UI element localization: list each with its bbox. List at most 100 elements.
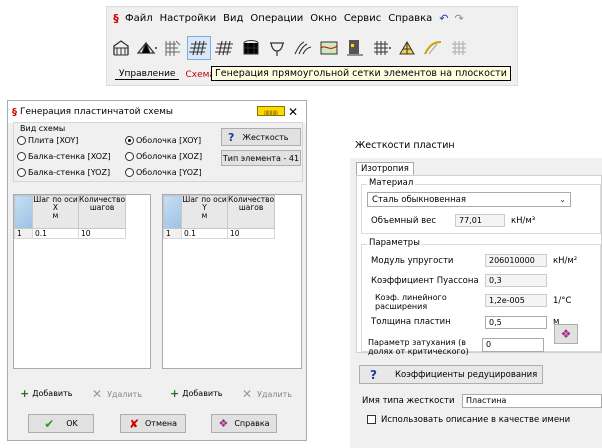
arch-icon[interactable] xyxy=(265,36,289,60)
radio-indicator xyxy=(17,168,26,177)
element-type-label: Тип элемента - 41 xyxy=(222,153,300,163)
mesh-icon[interactable] xyxy=(213,36,237,60)
radio-indicator xyxy=(17,136,26,145)
add-y-button[interactable]: + Добавить xyxy=(170,387,223,400)
menu-operations[interactable]: Операции xyxy=(250,13,303,24)
table-row: 1 0.1 10 xyxy=(163,228,276,239)
radio-label: Оболочка [XOY] xyxy=(136,136,202,145)
use-description-label: Использовать описание в качестве имени xyxy=(381,415,571,425)
ruler-icon[interactable]: |||||||||| xyxy=(257,106,285,116)
stiffness-type-input[interactable]: Пластина xyxy=(462,394,602,408)
tab-isotropy[interactable]: Изотропия xyxy=(356,162,414,176)
cancel-button[interactable]: ✘ Отмена xyxy=(120,414,186,433)
node-grid-icon[interactable] xyxy=(369,36,393,60)
surface-icon[interactable] xyxy=(317,36,341,60)
grid-lines-icon[interactable] xyxy=(447,36,471,60)
help-icon: ? xyxy=(228,130,235,144)
plate-stiffness-panel: Жесткости пластин Изотропия Материал Ста… xyxy=(350,130,602,448)
tab-row: Управление Схема xyxy=(115,69,221,80)
volume-weight-unit: кН/м³ xyxy=(511,216,536,226)
add-label: Добавить xyxy=(32,389,73,398)
radio-plate-xoy[interactable]: Плита [XOY] xyxy=(17,136,78,145)
damping-label: Параметр затухания (в долях от критическо… xyxy=(368,338,469,356)
redo-icon[interactable]: ↷ xyxy=(454,12,463,25)
roof-truss-icon[interactable] xyxy=(135,36,159,60)
radio-beam-wall-xoz[interactable]: Балка-стенка [XOZ] xyxy=(17,152,111,161)
help-book-icon: ❖ xyxy=(218,417,229,430)
stiffness-button[interactable]: ? Жесткость xyxy=(221,128,301,146)
radio-shell-yoz[interactable]: Оболочка [YOZ] xyxy=(125,168,202,177)
radio-label: Оболочка [XOZ] xyxy=(136,152,203,161)
tab-management[interactable]: Управление xyxy=(115,69,180,80)
radio-indicator xyxy=(125,152,134,161)
material-value: Сталь обыкновенная xyxy=(372,195,466,205)
help-book-button[interactable]: ❖ xyxy=(554,324,578,344)
frame-building-icon[interactable] xyxy=(109,36,133,60)
chevron-down-icon: ⌄ xyxy=(559,195,566,204)
row-number: 1 xyxy=(163,228,182,239)
table-corner xyxy=(14,195,33,229)
volume-weight-field: 77,01 xyxy=(455,214,505,227)
poisson-label: Коэффициент Пуассона xyxy=(371,276,479,286)
modulus-label: Модуль упругости xyxy=(371,256,454,266)
plus-icon: + xyxy=(20,387,30,400)
damping-input[interactable]: 0 xyxy=(482,338,544,352)
delete-y-button[interactable]: ✕ Удалить xyxy=(242,387,292,401)
table-corner xyxy=(163,195,182,229)
menu-file[interactable]: Файл xyxy=(125,13,153,24)
header-step-y: Шаг по оси Yм xyxy=(181,195,228,229)
count-cell[interactable]: 10 xyxy=(77,228,127,239)
panel-title: Жесткости пластин xyxy=(350,130,602,158)
radio-shell-xoz[interactable]: Оболочка [XOZ] xyxy=(125,152,202,161)
help-button[interactable]: ❖ Справка xyxy=(211,414,277,433)
radio-indicator xyxy=(125,136,134,145)
wall-icon[interactable] xyxy=(343,36,367,60)
params-group-label: Параметры xyxy=(367,238,422,248)
cancel-label: Отмена xyxy=(145,419,178,428)
radio-label: Оболочка [YOZ] xyxy=(136,168,202,177)
triangulation-icon[interactable] xyxy=(395,36,419,60)
add-x-button[interactable]: + Добавить xyxy=(20,387,73,400)
menu-settings[interactable]: Настройки xyxy=(160,13,216,24)
menu-window[interactable]: Окно xyxy=(310,13,337,24)
radio-shell-xoy[interactable]: Оболочка [XOY] xyxy=(125,136,201,145)
menu-service[interactable]: Сервис xyxy=(344,13,381,24)
material-group-label: Материал xyxy=(367,178,416,188)
volume-weight-label: Объемный вес xyxy=(371,216,436,226)
add-label: Добавить xyxy=(182,389,223,398)
expansion-unit: 1/°С xyxy=(553,296,572,306)
plus-icon: + xyxy=(170,387,180,400)
element-type-button[interactable]: Тип элемента - 41 xyxy=(221,150,301,166)
delete-label: Удалить xyxy=(107,389,143,399)
dialog-title: Генерация пластинчатой схемы xyxy=(20,107,173,117)
ok-button[interactable]: ✔ OK xyxy=(28,414,94,433)
header-step-count: Количество шагов xyxy=(77,195,127,229)
step-x-table: Шаг по оси Xм Количество шагов 1 0.1 10 xyxy=(13,194,151,369)
menu-view[interactable]: Вид xyxy=(223,13,243,24)
scheme-type-label: Вид схемы xyxy=(18,124,68,133)
reduction-coefficients-button[interactable]: ? Коэффициенты редуцирования xyxy=(359,365,543,384)
app-window: § Файл Настройки Вид Операции Окно Серви… xyxy=(106,6,518,86)
close-icon[interactable]: ✕ xyxy=(288,105,298,119)
header-step-x: Шаг по оси Xм xyxy=(32,195,79,229)
delete-x-button[interactable]: ✕ Удалить xyxy=(92,387,142,401)
material-select[interactable]: Сталь обыкновенная ⌄ xyxy=(367,192,571,207)
use-description-checkbox[interactable] xyxy=(367,415,376,424)
stiffness-button-label: Жесткость xyxy=(242,132,289,142)
radio-beam-wall-yoz[interactable]: Балка-стенка [YOZ] xyxy=(17,168,110,177)
grid-icon[interactable] xyxy=(161,36,185,60)
step-cell[interactable]: 0.1 xyxy=(32,228,79,239)
undo-icon[interactable]: ↶ xyxy=(439,12,448,25)
menu-help[interactable]: Справка xyxy=(388,13,432,24)
step-cell[interactable]: 0.1 xyxy=(181,228,228,239)
radio-label: Плита [XOY] xyxy=(28,136,79,145)
check-icon: ✔ xyxy=(44,416,55,431)
count-cell[interactable]: 10 xyxy=(226,228,276,239)
mesh-grid-icon[interactable] xyxy=(187,36,211,60)
radio-indicator xyxy=(17,152,26,161)
grid-cube-icon[interactable] xyxy=(239,36,263,60)
thickness-input[interactable]: 0,5 xyxy=(485,316,547,329)
terrain-icon[interactable] xyxy=(291,36,315,60)
shell-icon[interactable] xyxy=(421,36,445,60)
ok-label: OK xyxy=(66,419,78,428)
